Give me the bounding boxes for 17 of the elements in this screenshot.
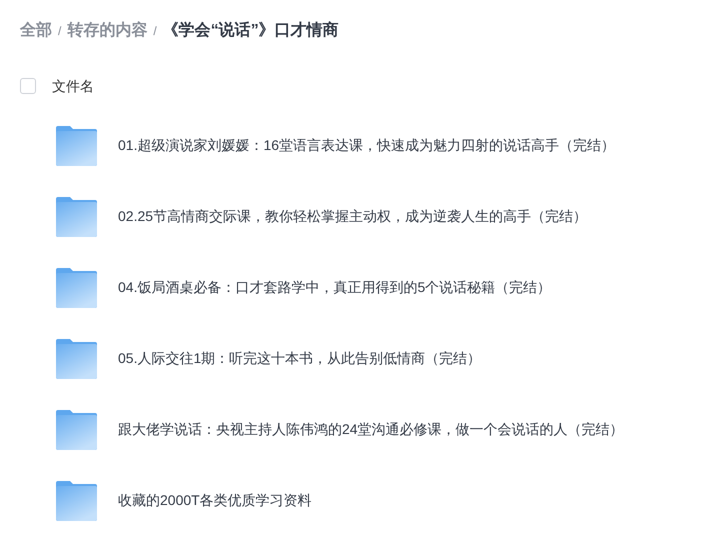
- folder-name[interactable]: 01.超级演说家刘媛媛：16堂语言表达课，快速成为魅力四射的说话高手（完结）: [118, 135, 616, 156]
- folder-name[interactable]: 05.人际交往1期：听完这十本书，从此告别低情商（完结）: [118, 348, 482, 369]
- folder-icon: [55, 268, 97, 308]
- folder-icon: [55, 126, 97, 166]
- breadcrumb-current: 《学会“说话”》口才情商: [162, 20, 339, 41]
- breadcrumb-separator: /: [153, 23, 157, 40]
- breadcrumb-separator: /: [58, 23, 62, 40]
- select-all-checkbox[interactable]: [20, 78, 36, 94]
- folder-name[interactable]: 04.饭局酒桌必备：口才套路学中，真正用得到的5个说话秘籍（完结）: [118, 277, 552, 298]
- folder-icon: [55, 196, 97, 236]
- column-header: 文件名: [52, 76, 94, 96]
- folder-name[interactable]: 02.25节高情商交际课，教你轻松掌握主动权，成为逆袭人生的高手（完结）: [118, 206, 588, 227]
- folder-name[interactable]: 跟大佬学说话：央视主持人陈伟鸿的24堂沟通必修课，做一个会说话的人（完结）: [118, 419, 624, 440]
- folder-icon: [55, 410, 97, 450]
- folder-icon: [55, 480, 97, 520]
- folder-name[interactable]: 收藏的2000T各类优质学习资料: [118, 490, 312, 511]
- folder-icon: [55, 338, 97, 378]
